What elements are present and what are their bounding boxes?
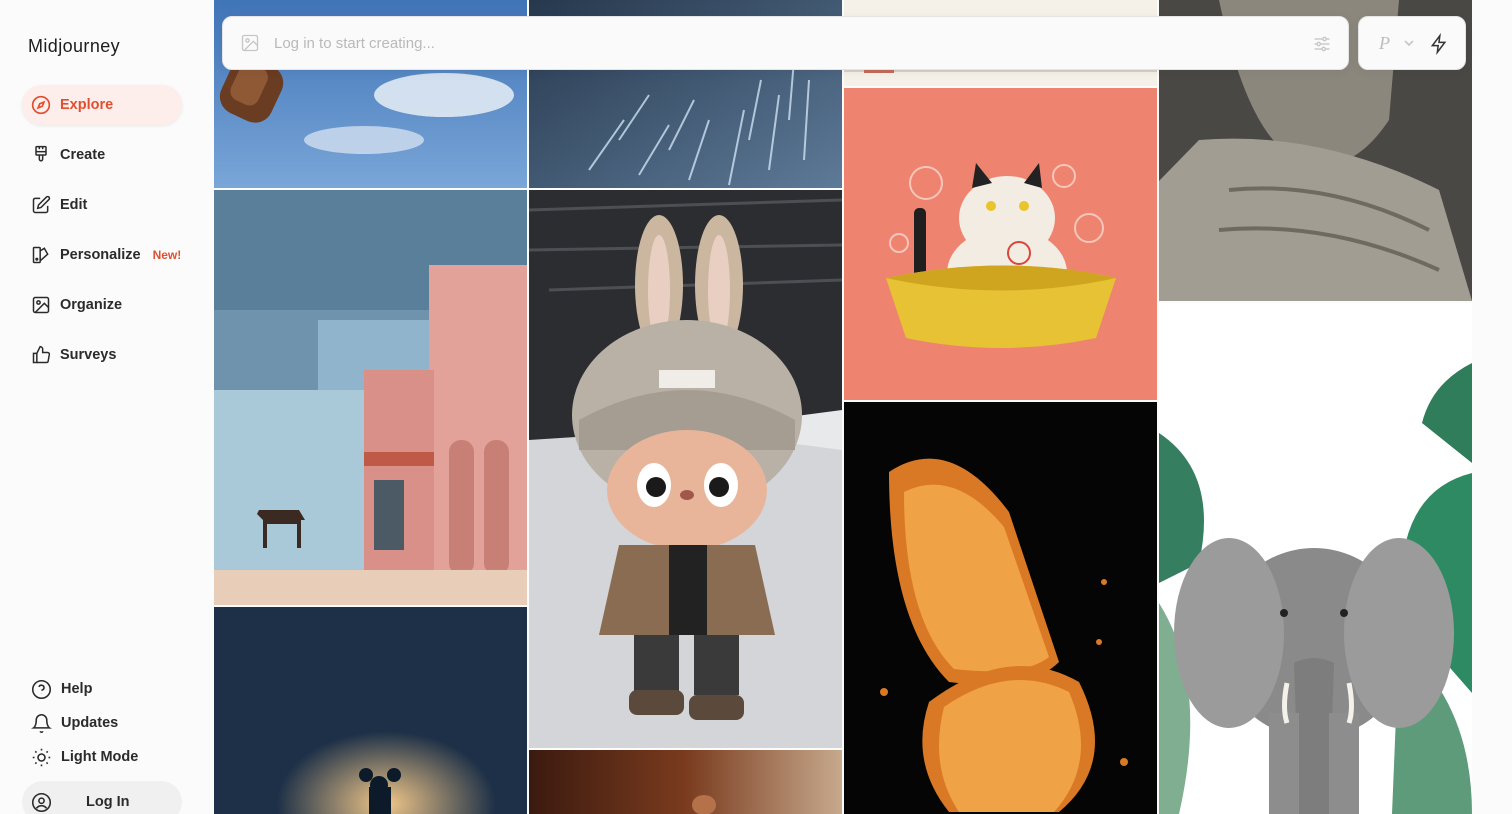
nav-label: Create xyxy=(60,147,106,163)
nav-label: Surveys xyxy=(60,347,117,363)
light-mode-toggle[interactable]: Light Mode xyxy=(22,740,182,774)
brush-icon xyxy=(30,144,52,166)
lightning-icon[interactable] xyxy=(1429,33,1449,55)
personalize-icon xyxy=(30,244,52,266)
gallery-image[interactable] xyxy=(844,88,1157,400)
gallery-image[interactable] xyxy=(529,750,842,814)
help-link[interactable]: Help xyxy=(22,672,182,706)
app-logo[interactable]: Midjourney xyxy=(28,36,120,57)
prompt-input[interactable] xyxy=(274,34,1274,52)
login-label: Log In xyxy=(86,794,130,810)
user-circle-icon xyxy=(30,791,52,813)
sun-icon xyxy=(30,746,52,768)
help-icon xyxy=(30,678,52,700)
mode-selector[interactable]: P xyxy=(1358,16,1466,70)
updates-label: Updates xyxy=(61,715,119,731)
nav-label: Organize xyxy=(60,297,123,313)
settings-sliders-icon[interactable] xyxy=(1312,34,1332,54)
nav-label: Edit xyxy=(60,197,88,213)
gallery-image[interactable] xyxy=(214,190,527,605)
main-nav: Explore Create Edit Personalize New! Org… xyxy=(22,85,182,385)
light-mode-label: Light Mode xyxy=(61,749,139,765)
login-button[interactable]: Log In xyxy=(22,781,182,814)
thumbs-up-icon xyxy=(30,344,52,366)
sidebar: Midjourney Explore Create Edit Personali… xyxy=(0,0,206,814)
image-upload-icon[interactable] xyxy=(240,33,260,53)
nav-label: Personalize xyxy=(60,247,141,263)
updates-link[interactable]: Updates xyxy=(22,706,182,740)
help-label: Help xyxy=(61,681,93,697)
nav-item-organize[interactable]: Organize xyxy=(22,285,182,325)
nav-item-explore[interactable]: Explore xyxy=(22,85,182,125)
personalize-letter: P xyxy=(1379,33,1390,53)
nav-item-surveys[interactable]: Surveys xyxy=(22,335,182,375)
bottom-nav: Help Updates Light Mode xyxy=(22,672,182,774)
chevron-down-icon xyxy=(1403,37,1415,49)
nav-item-edit[interactable]: Edit xyxy=(22,185,182,225)
gallery-image[interactable] xyxy=(1159,303,1472,814)
gallery-image[interactable] xyxy=(214,607,527,814)
nav-item-create[interactable]: Create xyxy=(22,135,182,175)
compass-icon xyxy=(30,94,52,116)
new-badge: New! xyxy=(152,248,182,262)
explore-gallery xyxy=(214,0,1472,814)
image-icon xyxy=(30,294,52,316)
nav-item-personalize[interactable]: Personalize New! xyxy=(22,235,182,275)
edit-icon xyxy=(30,194,52,216)
gallery-image[interactable] xyxy=(844,402,1157,814)
prompt-bar xyxy=(222,16,1349,70)
nav-label: Explore xyxy=(60,97,114,113)
bell-icon xyxy=(30,712,52,734)
gallery-image[interactable] xyxy=(529,190,842,748)
